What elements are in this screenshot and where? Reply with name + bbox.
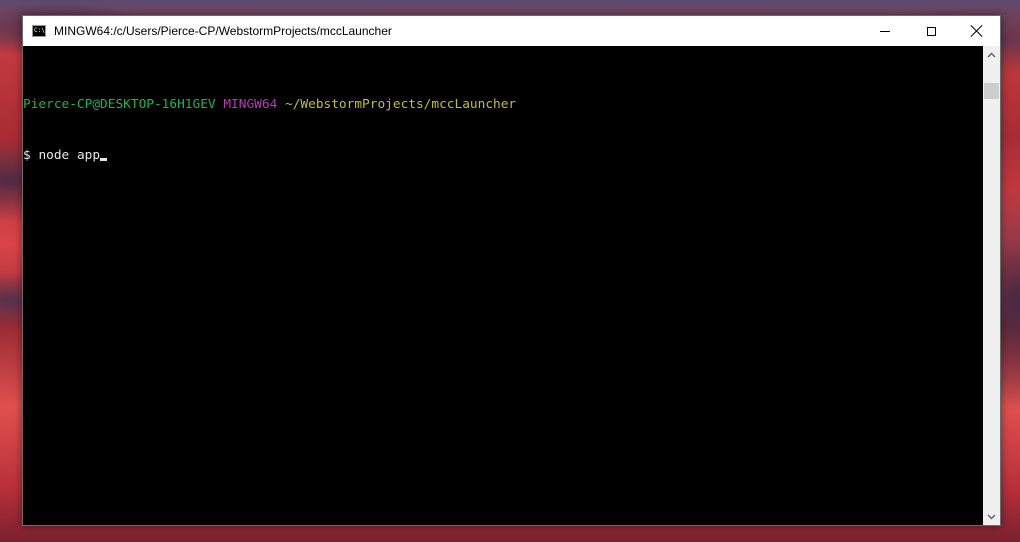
chevron-up-icon	[987, 52, 996, 57]
terminal-window[interactable]: MINGW64:/c/Users/Pierce-CP/WebstormProje…	[22, 15, 1001, 526]
prompt-path: ~/WebstormProjects/mccLauncher	[285, 97, 517, 112]
prompt-symbol: $	[23, 148, 31, 163]
prompt-system: MINGW64	[223, 97, 278, 112]
close-button[interactable]	[954, 16, 1000, 46]
maximize-icon	[926, 26, 936, 36]
title-bar[interactable]: MINGW64:/c/Users/Pierce-CP/WebstormProje…	[23, 16, 1000, 46]
scroll-down-button[interactable]	[983, 508, 1000, 525]
maximize-button[interactable]	[908, 16, 954, 46]
command-text: node app	[38, 148, 101, 163]
command-line: $ node app	[23, 147, 983, 164]
console-app-icon[interactable]	[32, 25, 46, 37]
scrollbar-thumb[interactable]	[984, 83, 999, 99]
close-icon	[971, 25, 983, 37]
chevron-down-icon	[987, 514, 996, 519]
vertical-scrollbar[interactable]	[983, 46, 1000, 525]
text-cursor	[100, 158, 108, 161]
minimize-icon	[880, 30, 890, 32]
minimize-button[interactable]	[862, 16, 908, 46]
prompt-line: Pierce-CP@DESKTOP-16H1GEV MINGW64 ~/Webs…	[23, 96, 983, 113]
window-title: MINGW64:/c/Users/Pierce-CP/WebstormProje…	[54, 24, 392, 38]
scroll-up-button[interactable]	[983, 46, 1000, 63]
terminal-output[interactable]: Pierce-CP@DESKTOP-16H1GEV MINGW64 ~/Webs…	[23, 46, 983, 525]
prompt-user-host: Pierce-CP@DESKTOP-16H1GEV	[23, 97, 216, 112]
